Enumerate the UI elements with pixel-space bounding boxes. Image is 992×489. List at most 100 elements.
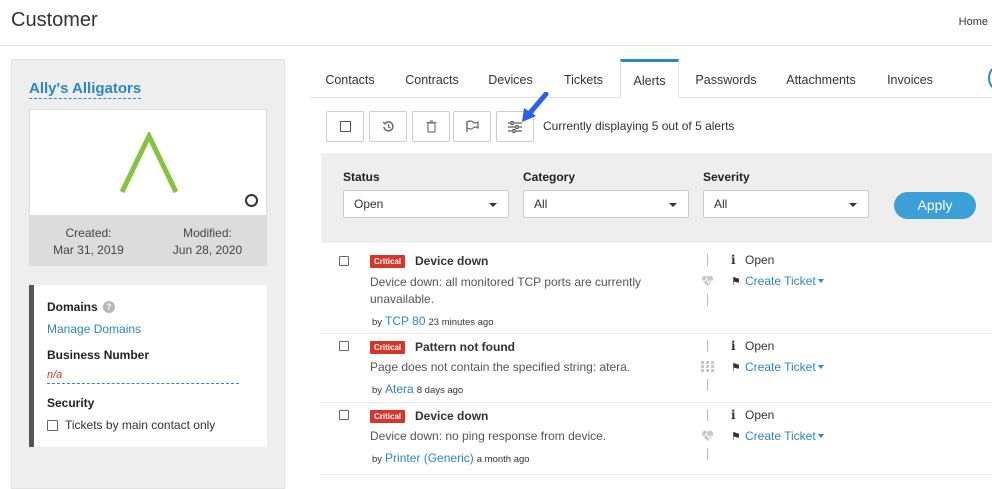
info-icon: i	[731, 408, 736, 422]
business-number-field[interactable]: n/a	[47, 369, 239, 384]
help-icon[interactable]: ?	[102, 301, 115, 313]
customer-sidebar: Ally's Alligators Created: Mar 31, 2019 …	[11, 59, 285, 489]
alert-source-link[interactable]: Atera	[385, 382, 414, 396]
status-filter-select[interactable]: Open	[343, 190, 509, 218]
alert-source-link[interactable]: TCP 80	[385, 314, 425, 328]
chevron-down-icon	[817, 365, 824, 369]
manage-domains-link[interactable]: Manage Domains	[47, 322, 141, 336]
alert-status-text: Open	[745, 408, 775, 422]
alert-by-label: by	[372, 454, 383, 465]
delete-button[interactable]	[412, 111, 450, 142]
divider	[707, 379, 708, 391]
tickets-by-main-contact-checkbox[interactable]	[47, 419, 58, 431]
divider	[707, 448, 708, 460]
alert-description: Device down: no ping response from devic…	[370, 429, 607, 443]
info-icon: i	[731, 339, 736, 353]
customer-tabs: Contacts Contracts Devices Tickets Alert…	[310, 59, 992, 98]
flag-button[interactable]	[453, 111, 491, 142]
alert-checkbox[interactable]	[339, 341, 349, 351]
create-ticket-dropdown[interactable]: ⚑ Create Ticket	[731, 274, 824, 288]
status-filter-value: Open	[354, 197, 384, 211]
breadcrumb-home-link[interactable]: Home	[959, 16, 988, 28]
divider	[707, 340, 708, 352]
alert-title[interactable]: Device down	[415, 254, 488, 268]
alert-checkbox[interactable]	[339, 410, 349, 420]
alert-source-link[interactable]: Printer (Generic)	[385, 451, 474, 465]
category-filter-label: Category	[523, 170, 576, 184]
alert-status: i Open	[731, 408, 774, 422]
customer-logo	[119, 132, 179, 194]
top-bar: Customer Home	[0, 0, 992, 46]
alert-status: i Open	[731, 339, 774, 353]
chevron-down-icon	[489, 203, 497, 207]
tickets-by-main-contact-label: Tickets by main contact only	[65, 418, 216, 432]
alert-meta: by TCP 80 23 minutes ago	[372, 314, 493, 328]
trash-icon	[426, 120, 436, 133]
chevron-down-icon	[817, 279, 824, 283]
customer-name[interactable]: Ally's Alligators	[29, 80, 142, 99]
filter-bar: Status Open Category All Severity All Ap…	[321, 153, 992, 243]
divider	[707, 254, 708, 266]
alert-status-text: Open	[745, 253, 775, 267]
tab-alerts[interactable]: Alerts	[620, 59, 679, 98]
alert-by-label: by	[372, 385, 383, 396]
status-filter-label: Status	[343, 170, 380, 184]
tag-icon: ⚑	[731, 275, 741, 288]
create-ticket-dropdown[interactable]: ⚑ Create Ticket	[731, 429, 824, 443]
tab-tickets[interactable]: Tickets	[547, 59, 620, 98]
modified-label: Modified:	[183, 226, 232, 240]
create-ticket-label[interactable]: Create Ticket	[745, 360, 816, 374]
chevron-down-icon	[849, 203, 857, 207]
alert-row: Critical Device down Device down: no pin…	[321, 403, 992, 475]
create-ticket-label[interactable]: Create Ticket	[745, 429, 816, 443]
created-info: Created: Mar 31, 2019	[29, 225, 148, 259]
customer-dates: Created: Mar 31, 2019 Modified: Jun 28, …	[29, 216, 267, 266]
divider	[707, 294, 708, 306]
history-button[interactable]	[369, 111, 407, 142]
severity-badge: Critical	[370, 410, 406, 423]
tab-contracts[interactable]: Contracts	[390, 59, 474, 98]
chevron-down-icon	[669, 203, 677, 207]
alert-description: Page does not contain the specified stri…	[370, 360, 631, 374]
tab-invoices[interactable]: Invoices	[869, 59, 951, 98]
alert-meta: by Printer (Generic) a month ago	[372, 451, 530, 465]
heartbeat-icon	[701, 430, 714, 441]
modified-date: Jun 28, 2020	[172, 243, 243, 257]
severity-badge: Critical	[370, 341, 406, 354]
tab-passwords[interactable]: Passwords	[679, 59, 773, 98]
history-icon	[382, 121, 394, 132]
created-label: Created:	[65, 226, 112, 240]
tickets-by-main-contact-option: Tickets by main contact only	[47, 418, 215, 432]
select-all-icon	[339, 121, 351, 132]
alert-status-text: Open	[745, 339, 775, 353]
severity-filter-value: All	[714, 197, 728, 211]
category-filter-select[interactable]: All	[523, 190, 689, 218]
alert-row: Critical Pattern not found Page does not…	[321, 334, 992, 403]
security-label: Security	[47, 396, 95, 410]
domains-label: Domains	[47, 300, 98, 314]
alert-meta: by Atera 8 days ago	[372, 382, 463, 396]
tag-icon: ⚑	[731, 361, 741, 374]
tag-icon: ⚑	[731, 430, 741, 443]
alert-by-label: by	[372, 317, 383, 328]
alert-description: Device down: all monitored TCP ports are…	[370, 275, 642, 306]
alert-checkbox[interactable]	[339, 256, 349, 266]
severity-filter-label: Severity	[703, 170, 750, 184]
customer-info-card: Domains? Manage Domains Business Number …	[29, 285, 267, 447]
domains-heading: Domains?	[47, 300, 115, 314]
tab-attachments[interactable]: Attachments	[773, 59, 869, 98]
business-number-label: Business Number	[47, 348, 150, 362]
divider	[707, 409, 708, 421]
alert-status: i Open	[731, 253, 774, 267]
tab-contacts[interactable]: Contacts	[310, 59, 390, 98]
severity-badge: Critical	[370, 255, 406, 268]
create-ticket-label[interactable]: Create Ticket	[745, 274, 816, 288]
alert-time: 8 days ago	[416, 385, 464, 396]
alert-title[interactable]: Pattern not found	[415, 340, 515, 354]
create-ticket-dropdown[interactable]: ⚑ Create Ticket	[731, 360, 824, 374]
severity-filter-select[interactable]: All	[703, 190, 869, 218]
apply-button[interactable]: Apply	[894, 192, 976, 219]
alert-title[interactable]: Device down	[415, 409, 488, 423]
alert-time: 23 minutes ago	[428, 317, 494, 328]
select-all-button[interactable]	[326, 111, 364, 142]
